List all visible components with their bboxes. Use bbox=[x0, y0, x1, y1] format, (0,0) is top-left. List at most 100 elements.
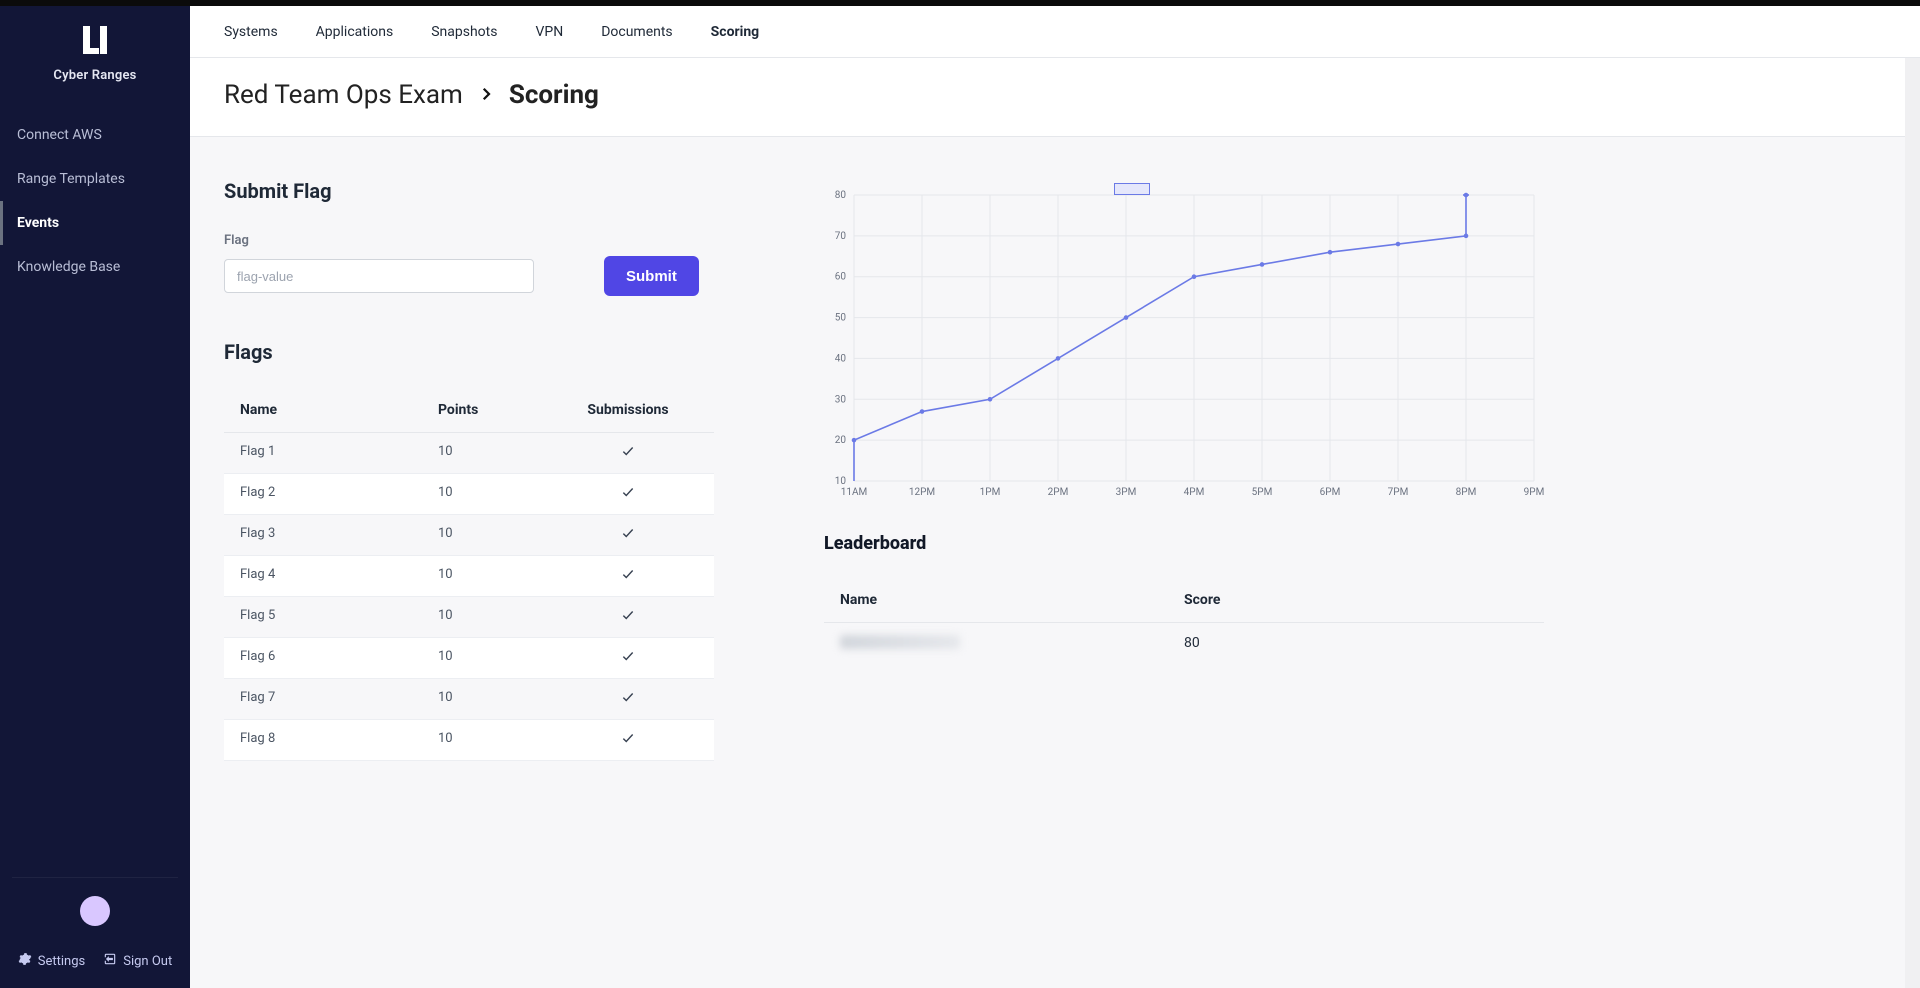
cell-submission bbox=[558, 526, 698, 544]
avatar-wrap bbox=[0, 878, 190, 942]
table-row: Flag 510 bbox=[224, 597, 714, 638]
cell-points: 10 bbox=[438, 444, 558, 462]
sidebar-item-connect-aws[interactable]: Connect AWS bbox=[0, 113, 190, 157]
tab-documents[interactable]: Documents bbox=[601, 6, 672, 58]
check-icon bbox=[621, 444, 635, 458]
breadcrumb-bar: Red Team Ops Exam Scoring bbox=[190, 58, 1920, 137]
window-top-strip bbox=[0, 0, 1920, 6]
topnav: Systems Applications Snapshots VPN Docum… bbox=[190, 6, 1920, 58]
content: Submit Flag Flag Submit Flags Name Point… bbox=[190, 137, 1920, 801]
svg-text:12PM: 12PM bbox=[909, 487, 935, 498]
flag-input[interactable] bbox=[224, 259, 534, 293]
svg-text:40: 40 bbox=[835, 353, 847, 364]
sidebar: Cyber Ranges Connect AWS Range Templates… bbox=[0, 0, 190, 988]
lb-col-score: Score bbox=[1184, 592, 1528, 608]
tab-snapshots[interactable]: Snapshots bbox=[431, 6, 497, 58]
svg-text:3PM: 3PM bbox=[1116, 487, 1137, 498]
cell-points: 10 bbox=[438, 731, 558, 749]
cell-submission bbox=[558, 608, 698, 626]
chart-legend-swatch bbox=[1114, 183, 1150, 195]
avatar[interactable] bbox=[80, 896, 110, 926]
svg-text:9PM: 9PM bbox=[1524, 487, 1544, 498]
left-column: Submit Flag Flag Submit Flags Name Point… bbox=[224, 179, 764, 761]
main: Systems Applications Snapshots VPN Docum… bbox=[190, 0, 1920, 988]
flag-input-row: Submit bbox=[224, 256, 764, 296]
svg-text:30: 30 bbox=[835, 394, 847, 405]
score-chart: 102030405060708011AM12PM1PM2PM3PM4PM5PM6… bbox=[824, 179, 1544, 509]
sidebar-actions: Settings Sign Out bbox=[0, 942, 190, 988]
sidebar-brand: Cyber Ranges bbox=[0, 0, 190, 103]
check-icon bbox=[621, 649, 635, 663]
tab-vpn[interactable]: VPN bbox=[535, 6, 563, 58]
gear-icon bbox=[18, 952, 32, 970]
cell-submission bbox=[558, 485, 698, 503]
submit-button[interactable]: Submit bbox=[604, 256, 699, 296]
svg-text:11AM: 11AM bbox=[841, 487, 868, 498]
tab-applications[interactable]: Applications bbox=[316, 6, 394, 58]
check-icon bbox=[621, 567, 635, 581]
col-submissions: Submissions bbox=[558, 402, 698, 418]
leaderboard-head: Name Score bbox=[824, 578, 1544, 623]
svg-text:60: 60 bbox=[835, 272, 847, 283]
cell-name: Flag 6 bbox=[240, 649, 438, 667]
cell-submission bbox=[558, 444, 698, 462]
breadcrumb: Red Team Ops Exam Scoring bbox=[224, 80, 1886, 110]
cell-submission bbox=[558, 731, 698, 749]
cell-submission bbox=[558, 567, 698, 585]
cell-points: 10 bbox=[438, 485, 558, 503]
svg-text:70: 70 bbox=[835, 231, 847, 242]
cell-points: 10 bbox=[438, 526, 558, 544]
col-points: Points bbox=[438, 402, 558, 418]
cell-points: 10 bbox=[438, 567, 558, 585]
leaderboard-row: 80 bbox=[824, 623, 1544, 665]
cell-name: Flag 8 bbox=[240, 731, 438, 749]
brand-name: Cyber Ranges bbox=[10, 68, 180, 83]
settings-label: Settings bbox=[38, 954, 85, 969]
table-row: Flag 610 bbox=[224, 638, 714, 679]
check-icon bbox=[621, 608, 635, 622]
leaderboard-title: Leaderboard bbox=[824, 533, 1886, 554]
flag-input-label: Flag bbox=[224, 233, 764, 248]
svg-text:8PM: 8PM bbox=[1456, 487, 1477, 498]
chart-svg: 102030405060708011AM12PM1PM2PM3PM4PM5PM6… bbox=[824, 179, 1544, 509]
table-row: Flag 310 bbox=[224, 515, 714, 556]
svg-text:80: 80 bbox=[835, 190, 847, 201]
signout-label: Sign Out bbox=[123, 954, 172, 969]
sidebar-bottom: Settings Sign Out bbox=[0, 877, 190, 988]
sidebar-item-knowledge-base[interactable]: Knowledge Base bbox=[0, 245, 190, 289]
svg-text:7PM: 7PM bbox=[1388, 487, 1409, 498]
flags-title: Flags bbox=[224, 340, 764, 364]
sidebar-item-events[interactable]: Events bbox=[0, 201, 190, 245]
leaderboard-table: Name Score 80 bbox=[824, 578, 1544, 665]
tab-scoring[interactable]: Scoring bbox=[711, 6, 760, 58]
cell-submission bbox=[558, 649, 698, 667]
svg-text:4PM: 4PM bbox=[1184, 487, 1205, 498]
svg-text:20: 20 bbox=[835, 435, 847, 446]
right-column: 102030405060708011AM12PM1PM2PM3PM4PM5PM6… bbox=[824, 179, 1886, 761]
table-row: Flag 410 bbox=[224, 556, 714, 597]
table-row: Flag 710 bbox=[224, 679, 714, 720]
flags-table-head: Name Points Submissions bbox=[224, 388, 714, 433]
col-name: Name bbox=[240, 402, 438, 418]
check-icon bbox=[621, 690, 635, 704]
cell-points: 10 bbox=[438, 608, 558, 626]
submit-flag-title: Submit Flag bbox=[224, 179, 764, 203]
cell-submission bbox=[558, 690, 698, 708]
breadcrumb-root[interactable]: Red Team Ops Exam bbox=[224, 80, 463, 110]
check-icon bbox=[621, 526, 635, 540]
breadcrumb-current: Scoring bbox=[509, 80, 599, 110]
table-row: Flag 810 bbox=[224, 720, 714, 761]
check-icon bbox=[621, 731, 635, 745]
svg-text:50: 50 bbox=[835, 313, 847, 324]
lb-col-name: Name bbox=[840, 592, 1184, 608]
tab-systems[interactable]: Systems bbox=[224, 6, 278, 58]
settings-link[interactable]: Settings bbox=[18, 952, 85, 970]
signout-link[interactable]: Sign Out bbox=[103, 952, 172, 970]
check-icon bbox=[621, 485, 635, 499]
flags-table-body: Flag 110Flag 210Flag 310Flag 410Flag 510… bbox=[224, 433, 714, 761]
flags-table: Name Points Submissions Flag 110Flag 210… bbox=[224, 388, 714, 761]
cell-name: Flag 1 bbox=[240, 444, 438, 462]
svg-text:6PM: 6PM bbox=[1320, 487, 1341, 498]
sidebar-nav: Connect AWS Range Templates Events Knowl… bbox=[0, 113, 190, 289]
sidebar-item-range-templates[interactable]: Range Templates bbox=[0, 157, 190, 201]
